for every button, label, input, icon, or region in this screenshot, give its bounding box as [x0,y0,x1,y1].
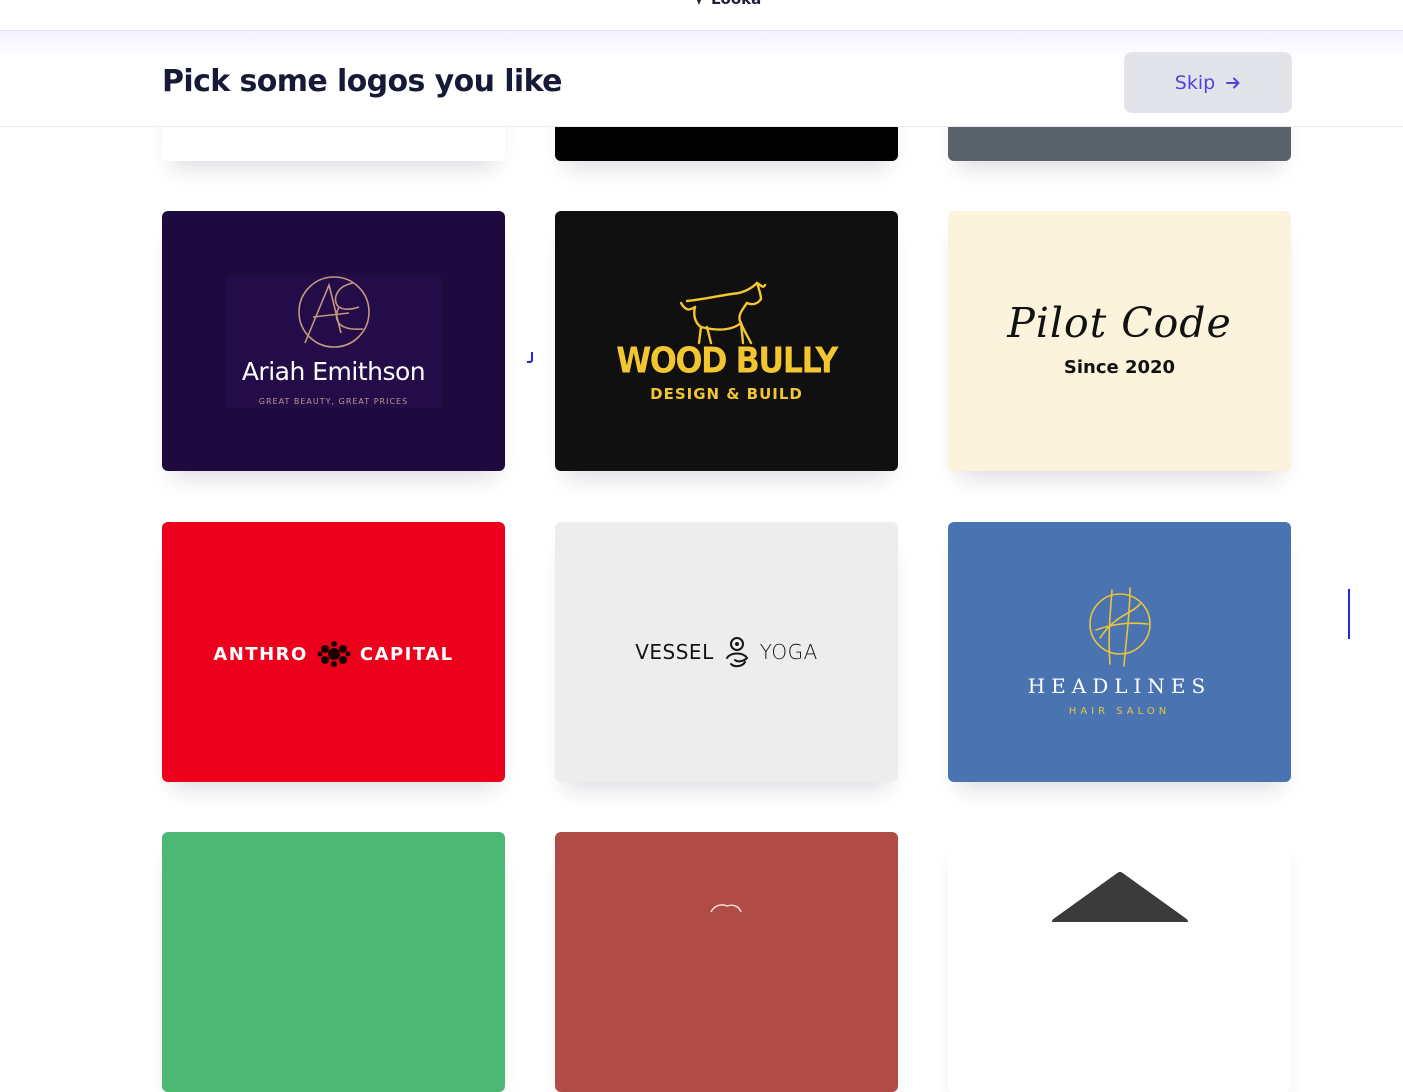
logo-name-left: ANTHRO [213,643,308,665]
logo-card-anthro[interactable]: ANTHRO CAPITAL [162,522,505,782]
brand-logo[interactable]: Looka [692,0,761,8]
logo-tagline: DESIGN & BUILD [650,385,803,403]
logo-card-pilotcode[interactable]: Pilot Code Since 2020 [948,211,1291,471]
h-monogram-icon [1089,587,1151,667]
logo-card-woodbully[interactable]: WOOD BULLY DESIGN & BUILD [555,211,898,471]
skip-button[interactable]: Skip [1124,52,1292,113]
bull-icon [679,281,767,345]
logo-tagline: GREAT BEAUTY, GREAT PRICES [258,397,409,406]
logo-name-right: YOGA [759,640,818,664]
logo-name: Ariah Emithson [241,357,426,386]
logo-card[interactable] [948,832,1291,1092]
logo-card-vessel[interactable]: VESSEL YOGA [555,522,898,782]
brand-name: Looka [711,0,761,8]
outline-icon [710,904,742,913]
house-roof-icon [1052,872,1188,922]
page-title: Pick some logos you like [162,64,562,99]
looka-icon [696,0,702,5]
logo-tagline: HAIR SALON [1068,706,1171,717]
logo-card[interactable] [555,832,898,1092]
monogram-icon [298,276,370,348]
skip-label: Skip [1174,71,1216,94]
logo-card[interactable] [162,832,505,1092]
ant-cluster-icon [317,641,351,667]
logo-tagline: Since 2020 [1063,357,1176,378]
logo-card-headlines[interactable]: HEADLINES HAIR SALON [948,522,1291,782]
logo-card-ariah[interactable]: Ariah Emithson GREAT BEAUTY, GREAT PRICE… [162,211,505,471]
arrow-right-icon [1226,77,1240,88]
logo-name-right: CAPITAL [359,643,454,665]
logo-name: WOOD BULLY [616,338,838,382]
sticky-header: Pick some logos you like Skip [0,31,1403,127]
yoga-pose-icon [725,637,749,668]
scroll-artifact [527,352,533,363]
logo-name: Pilot Code [1007,299,1232,347]
logo-name: HEADLINES [1027,674,1212,698]
logo-name-left: VESSEL [635,640,714,664]
scroll-indicator[interactable] [1348,589,1350,639]
